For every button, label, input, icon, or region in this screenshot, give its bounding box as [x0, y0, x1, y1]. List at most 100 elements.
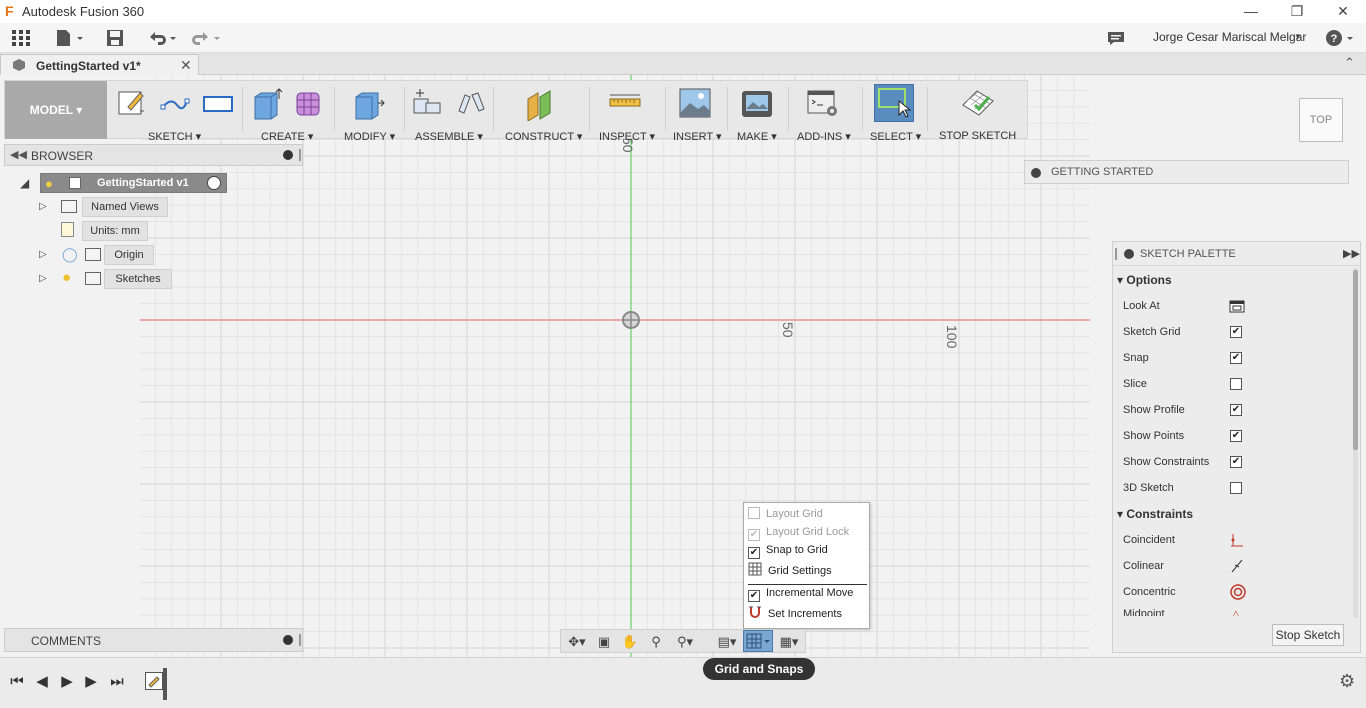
minimize-panel-icon[interactable] — [1124, 249, 1134, 259]
sketch-palette-header[interactable]: SKETCH PALETTE ▶▶ — [1113, 242, 1360, 266]
stop-sketch-palette-button[interactable]: Stop Sketch — [1272, 624, 1344, 646]
panel-grip-icon[interactable] — [299, 149, 301, 161]
checkbox[interactable] — [1230, 482, 1242, 494]
activate-radio-icon[interactable] — [207, 176, 221, 190]
checkbox[interactable]: ✔ — [1230, 430, 1242, 442]
lightbulb-icon[interactable]: ● — [62, 269, 71, 286]
look-at-icon[interactable]: ▣ — [595, 633, 613, 651]
grid-and-snaps-button[interactable] — [743, 630, 773, 652]
go-to-start-icon[interactable]: ⏮ — [8, 673, 26, 691]
3d-print-icon[interactable] — [741, 87, 772, 117]
step-back-icon[interactable]: ◀ — [33, 673, 51, 691]
extrude-icon[interactable] — [251, 87, 283, 120]
restore-button[interactable]: ❐ — [1274, 0, 1320, 23]
expand-right-icon[interactable]: ▶▶ — [1343, 247, 1360, 260]
palette-option-row[interactable]: Show Profile — [1123, 400, 1185, 420]
add-comment-icon[interactable] — [283, 635, 293, 645]
getting-started-panel[interactable]: GETTING STARTED — [1024, 160, 1349, 184]
joint-icon[interactable] — [455, 87, 485, 117]
create-sketch-icon[interactable] — [116, 87, 146, 117]
palette-option-row[interactable]: Snap — [1123, 348, 1149, 368]
midpoint-icon[interactable]: △ — [1232, 609, 1240, 616]
line-tool-icon[interactable] — [159, 87, 190, 117]
constraint-coincident[interactable]: Coincident — [1123, 530, 1175, 550]
insert-image-icon[interactable] — [679, 87, 711, 118]
palette-option-row[interactable]: 3D Sketch — [1123, 478, 1174, 498]
browser-node-origin[interactable]: Origin — [104, 245, 154, 265]
checkbox[interactable]: ✔ — [1230, 456, 1242, 468]
constraints-section-header[interactable]: ▾ Constraints — [1117, 504, 1193, 524]
zoom-window-icon[interactable]: ⚲ — [647, 633, 665, 651]
collapse-ribbon-icon[interactable]: ⌃ — [1344, 55, 1355, 71]
close-tab-icon[interactable]: ✕ — [180, 57, 192, 74]
create-menu[interactable]: CREATE ▾ — [261, 130, 313, 143]
palette-scrollbar[interactable] — [1353, 268, 1358, 618]
grid-menu-item[interactable]: ✔ Incremental Move — [748, 583, 853, 603]
zoom-icon[interactable]: ⚲▾ — [671, 633, 699, 651]
sketch-menu[interactable]: SKETCH ▾ — [148, 130, 201, 143]
minimize-panel-icon[interactable] — [283, 150, 293, 160]
help-icon[interactable]: ? — [1325, 28, 1359, 48]
collapse-left-icon[interactable]: ◀◀ — [10, 148, 27, 161]
palette-option-row[interactable]: Slice — [1123, 374, 1147, 394]
select-menu[interactable]: SELECT ▾ — [870, 130, 921, 143]
grid-menu-item[interactable]: Grid Settings — [748, 561, 832, 581]
expand-triangle-icon[interactable]: ▷ — [39, 249, 47, 260]
stop-sketch-icon[interactable] — [961, 87, 994, 117]
close-window-button[interactable]: ✕ — [1320, 0, 1366, 23]
user-name[interactable]: Jorge Cesar Mariscal Melgar — [1153, 30, 1306, 44]
lightbulb-icon[interactable]: ◯ — [62, 246, 78, 263]
palette-option-row[interactable]: Sketch Grid — [1123, 322, 1180, 342]
expand-triangle-icon[interactable]: ◢ — [20, 176, 29, 190]
measure-icon[interactable] — [608, 87, 641, 117]
display-settings-icon[interactable]: ▤▾ — [713, 633, 741, 651]
browser-panel-header[interactable]: ◀◀ BROWSER — [4, 144, 303, 166]
file-menu-icon[interactable] — [55, 28, 85, 48]
look-at-icon[interactable] — [1228, 298, 1246, 317]
expand-panel-icon[interactable] — [1031, 168, 1041, 178]
expand-triangle-icon[interactable]: ▷ — [39, 201, 47, 212]
orbit-icon[interactable]: ✥▾ — [563, 633, 591, 651]
comments-panel-header[interactable]: COMMENTS — [4, 628, 303, 652]
undo-icon[interactable] — [146, 28, 180, 48]
workspace-switcher[interactable]: MODEL ▾ — [5, 81, 107, 139]
coincident-icon[interactable] — [1229, 532, 1245, 551]
construct-menu[interactable]: CONSTRUCT ▾ — [505, 130, 582, 143]
press-pull-icon[interactable] — [352, 87, 385, 120]
document-tab[interactable]: GettingStarted v1* ✕ — [0, 54, 199, 76]
minimize-button[interactable]: — — [1228, 0, 1274, 23]
checkbox[interactable]: ✔ — [1230, 326, 1242, 338]
go-to-end-icon[interactable]: ⏭ — [108, 673, 126, 691]
colinear-icon[interactable] — [1229, 558, 1245, 577]
comment-icon[interactable] — [1107, 28, 1125, 48]
palette-scroll-thumb[interactable] — [1353, 270, 1358, 450]
options-section-header[interactable]: ▾ Options — [1117, 270, 1172, 290]
constraint-concentric[interactable]: Concentric — [1123, 582, 1176, 602]
chevron-down-icon[interactable]: ▼ — [1294, 32, 1302, 41]
inspect-menu[interactable]: INSPECT ▾ — [599, 130, 655, 143]
assemble-menu[interactable]: ASSEMBLE ▾ — [415, 130, 483, 143]
palette-option-row[interactable]: Look At — [1123, 296, 1160, 316]
make-menu[interactable]: MAKE ▾ — [737, 130, 777, 143]
save-icon[interactable] — [106, 28, 124, 48]
checkbox[interactable]: ✔ — [1230, 404, 1242, 416]
redo-icon[interactable] — [190, 28, 224, 48]
checkbox[interactable]: ✔ — [1230, 352, 1242, 364]
browser-node-named-views[interactable]: Named Views — [82, 197, 168, 217]
play-icon[interactable]: ▶ — [58, 673, 76, 691]
insert-menu[interactable]: INSERT ▾ — [673, 130, 722, 143]
rectangle-tool-icon[interactable] — [202, 87, 233, 117]
constraint-colinear[interactable]: Colinear — [1123, 556, 1164, 576]
modify-menu[interactable]: MODIFY ▾ — [344, 130, 395, 143]
browser-node-units[interactable]: Units: mm — [82, 221, 148, 241]
stop-sketch-button[interactable]: STOP SKETCH — [939, 130, 1016, 142]
constraint-midpoint[interactable]: Midpoint — [1123, 604, 1165, 616]
lightbulb-icon[interactable]: ● — [45, 175, 53, 193]
palette-option-row[interactable]: Show Points — [1123, 426, 1184, 446]
offset-plane-icon[interactable] — [524, 87, 554, 122]
view-cube[interactable]: TOP — [1299, 98, 1343, 142]
browser-root-node[interactable]: ● GettingStarted v1 — [40, 173, 227, 193]
timeline-marker[interactable] — [163, 668, 167, 700]
concentric-icon[interactable] — [1229, 583, 1247, 604]
grid-menu-item[interactable]: ✔ Snap to Grid — [748, 540, 828, 560]
